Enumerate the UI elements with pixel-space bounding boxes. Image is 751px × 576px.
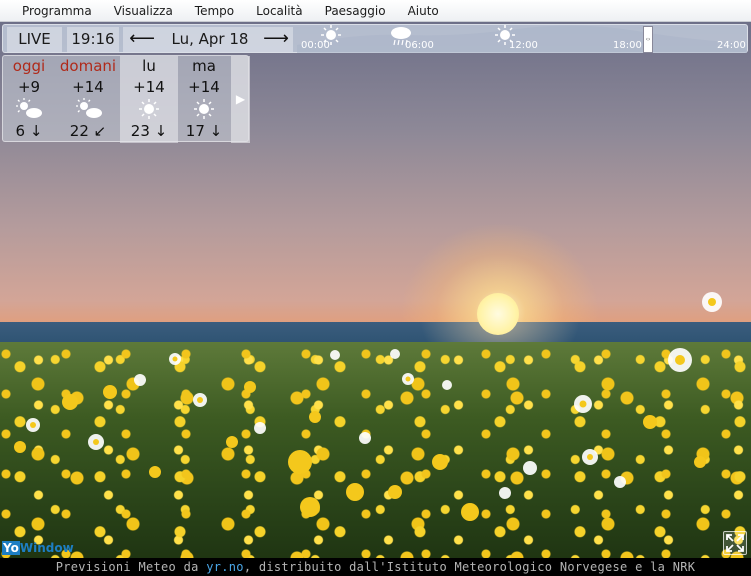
timeline-label: 06:00: [405, 40, 434, 51]
more-days-arrow-icon[interactable]: ▶: [231, 56, 250, 143]
footer-prefix: Previsioni Meteo da: [55, 560, 207, 574]
timeline-label: 00:00: [301, 40, 330, 51]
day-temperature: +14: [72, 78, 104, 96]
timeline-label: 24:00: [717, 40, 746, 51]
day-wind: 17 ↓: [185, 122, 223, 140]
yr-link[interactable]: yr.no: [206, 560, 244, 574]
day-temperature: +14: [188, 78, 220, 96]
fullscreen-icon[interactable]: [723, 531, 747, 555]
menu-tempo[interactable]: Tempo: [184, 0, 245, 22]
sun-icon: [179, 98, 229, 120]
logo-part2: Window: [19, 541, 74, 555]
day-name: oggi: [12, 57, 46, 75]
timeline-label: 18:00: [613, 40, 642, 51]
day-name: lu: [142, 57, 156, 75]
menu-paesaggio[interactable]: Paesaggio: [314, 0, 397, 22]
yowindow-logo[interactable]: YoWindow: [2, 541, 74, 555]
menu-visualizza[interactable]: Visualizza: [103, 0, 184, 22]
next-day-arrow-icon[interactable]: ⟶: [261, 27, 291, 52]
time-bar: LIVE 19:16 ⟵ Lu, Apr 18 ⟶ 00:00 06:00 12…: [2, 24, 748, 53]
prev-day-arrow-icon[interactable]: ⟵: [127, 27, 157, 52]
forecast-day-tue[interactable]: ma +14 17 ↓: [179, 56, 229, 143]
menu-localita[interactable]: Località: [245, 0, 314, 22]
day-temperature: +14: [133, 78, 165, 96]
day-name: domani: [59, 57, 117, 75]
sun-cloud-icon: [57, 98, 119, 120]
day-wind: 23 ↓: [130, 122, 168, 140]
day-wind: 6 ↓: [15, 122, 43, 140]
logo-part1: Yo: [2, 541, 20, 555]
sun-cloud-icon: [3, 98, 55, 120]
timeline-label: 12:00: [509, 40, 538, 51]
footer-suffix: , distribuito dall'Istituto Meteorologic…: [243, 560, 696, 574]
live-button[interactable]: LIVE: [7, 27, 62, 52]
forecast-day-mon[interactable]: lu +14 23 ↓: [120, 56, 178, 143]
sun-icon: [120, 98, 178, 120]
current-date: Lu, Apr 18: [171, 30, 249, 48]
forecast-panel: oggi +9 6 ↓ domani +14 22 ↙ lu +14 23 ↓ …: [2, 55, 250, 143]
forecast-day-tomorrow[interactable]: domani +14 22 ↙: [57, 56, 119, 143]
timeline-handle[interactable]: ‹›: [643, 26, 653, 53]
forecast-day-today[interactable]: oggi +9 6 ↓: [3, 56, 55, 143]
day-temperature: +9: [17, 78, 41, 96]
menu-bar: Programma Visualizza Tempo Località Paes…: [0, 0, 751, 22]
menu-aiuto[interactable]: Aiuto: [397, 0, 450, 22]
menu-programma[interactable]: Programma: [0, 0, 103, 22]
date-navigator: ⟵ Lu, Apr 18 ⟶: [123, 27, 293, 52]
day-name: ma: [192, 57, 216, 75]
attribution-footer: Previsioni Meteo da yr.no, distribuito d…: [0, 558, 751, 576]
current-time[interactable]: 19:16: [67, 27, 119, 52]
timeline-slider[interactable]: 00:00 06:00 12:00 18:00 24:00 ‹›: [297, 25, 747, 53]
day-wind: 22 ↙: [69, 122, 107, 140]
